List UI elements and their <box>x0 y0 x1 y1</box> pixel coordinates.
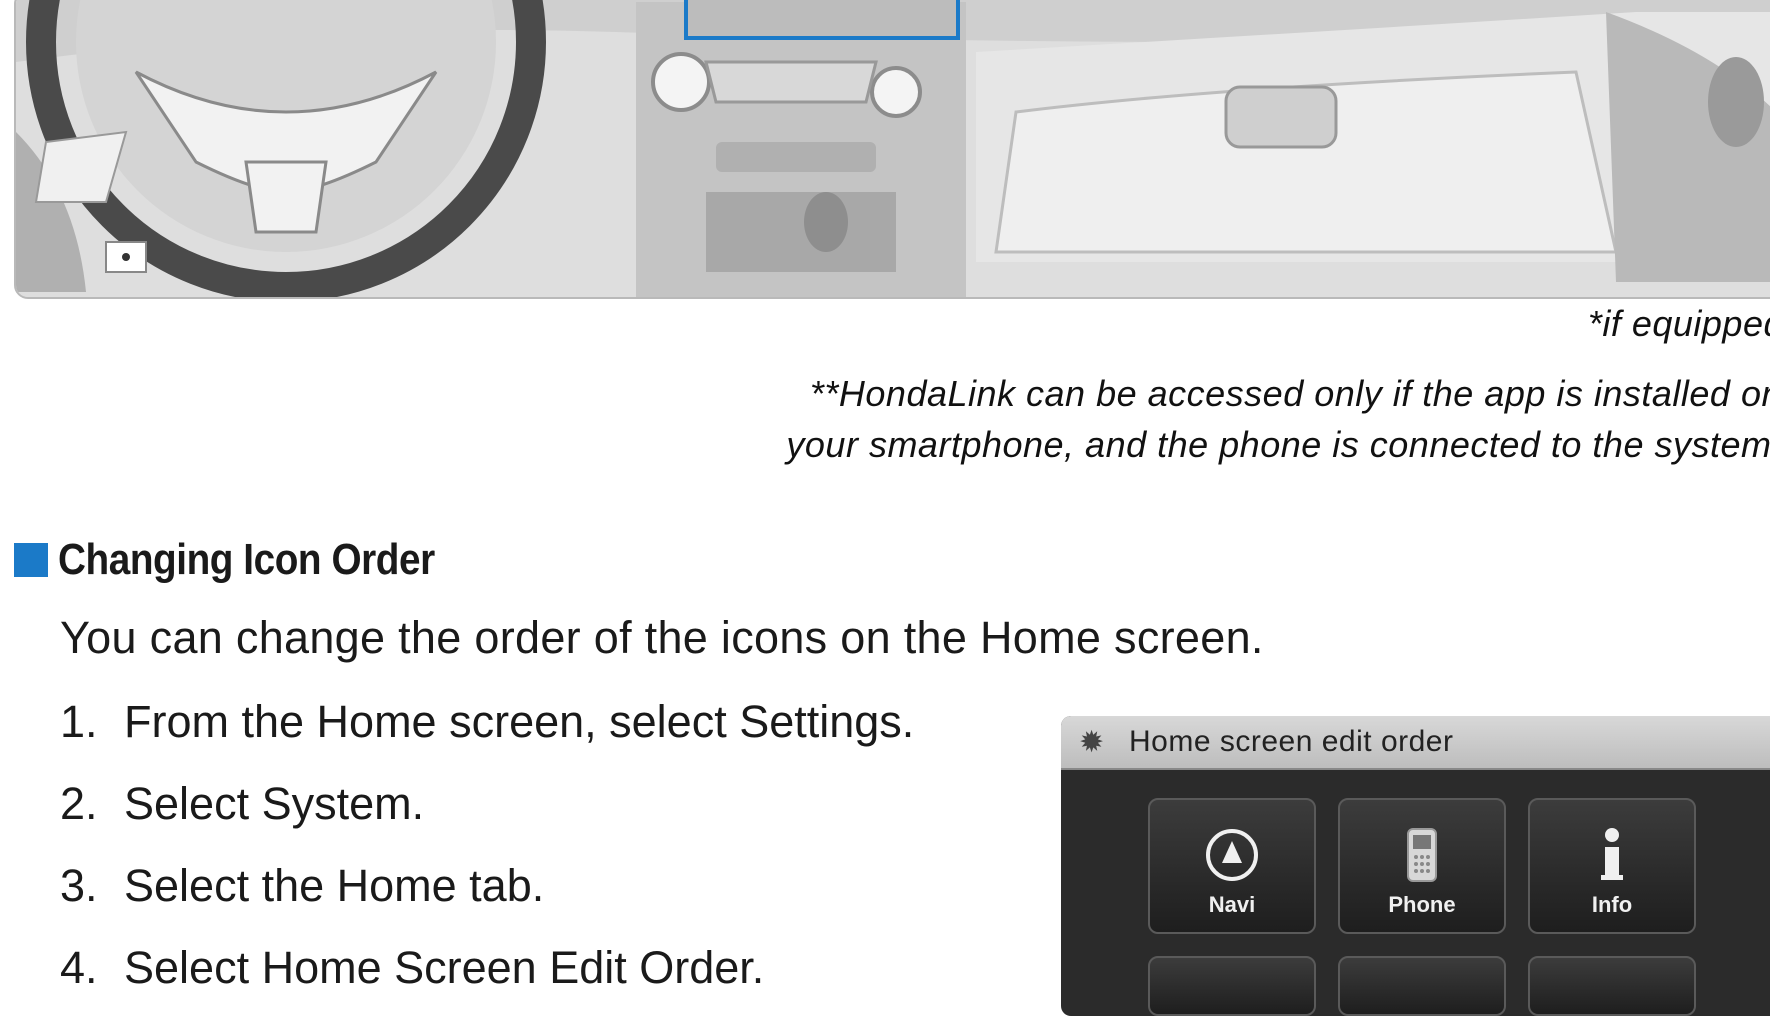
section-title: Changing Icon Order <box>58 535 435 584</box>
footnote-hondalink-line2: your smartphone, and the phone is connec… <box>786 424 1770 465</box>
step-number: 1. <box>60 696 98 747</box>
step-number: 4. <box>60 942 98 993</box>
step-item: 4. Select Home Screen Edit Order. <box>60 938 914 1020</box>
tile-label: Phone <box>1388 892 1456 917</box>
step-item: 1. From the Home screen, select Settings. <box>60 692 914 774</box>
info-icon <box>1592 824 1632 886</box>
step-text: Select the Home tab. <box>124 860 545 911</box>
footnote-hondalink-line1: **HondaLink can be accessed only if the … <box>809 373 1770 414</box>
section-intro: You can change the order of the icons on… <box>60 612 1264 663</box>
footnote-if-equipped: *if equipped <box>1587 303 1770 344</box>
step-number: 2. <box>60 778 98 829</box>
navi-icon <box>1204 824 1260 886</box>
icon-tiles: Navi Phone Info <box>1148 798 1696 934</box>
tile-navi[interactable]: Navi <box>1148 798 1316 934</box>
step-number: 3. <box>60 860 98 911</box>
tile-label: Navi <box>1208 892 1256 917</box>
gear-icon: ✹ <box>1079 725 1105 759</box>
icon-tiles-row2 <box>1148 956 1696 1016</box>
tile-label: Info <box>1591 892 1633 917</box>
screen-title-bar: ✹ Home screen edit order <box>1061 716 1770 770</box>
dashboard-illustration <box>14 0 1770 299</box>
home-screen-edit-order-screenshot: ✹ Home screen edit order Navi Phone Info <box>1061 716 1770 1016</box>
tile-info[interactable]: Info <box>1528 798 1696 934</box>
step-item: 3. Select the Home tab. <box>60 856 914 938</box>
tile-phone[interactable]: Phone <box>1338 798 1506 934</box>
step-item: 2. Select System. <box>60 774 914 856</box>
tile-row2[interactable] <box>1338 956 1506 1016</box>
screen-title: Home screen edit order <box>1129 725 1454 758</box>
tile-row2[interactable] <box>1528 956 1696 1016</box>
phone-icon <box>1402 824 1442 886</box>
steps-list: 1. From the Home screen, select Settings.… <box>60 692 914 1020</box>
step-text: From the Home screen, select Settings. <box>124 696 915 747</box>
tile-row2[interactable] <box>1148 956 1316 1016</box>
step-text: Select Home Screen Edit Order. <box>124 942 765 993</box>
section-bullet-icon <box>14 543 48 577</box>
step-text: Select System. <box>124 778 425 829</box>
section-heading: Changing Icon Order <box>14 535 486 585</box>
